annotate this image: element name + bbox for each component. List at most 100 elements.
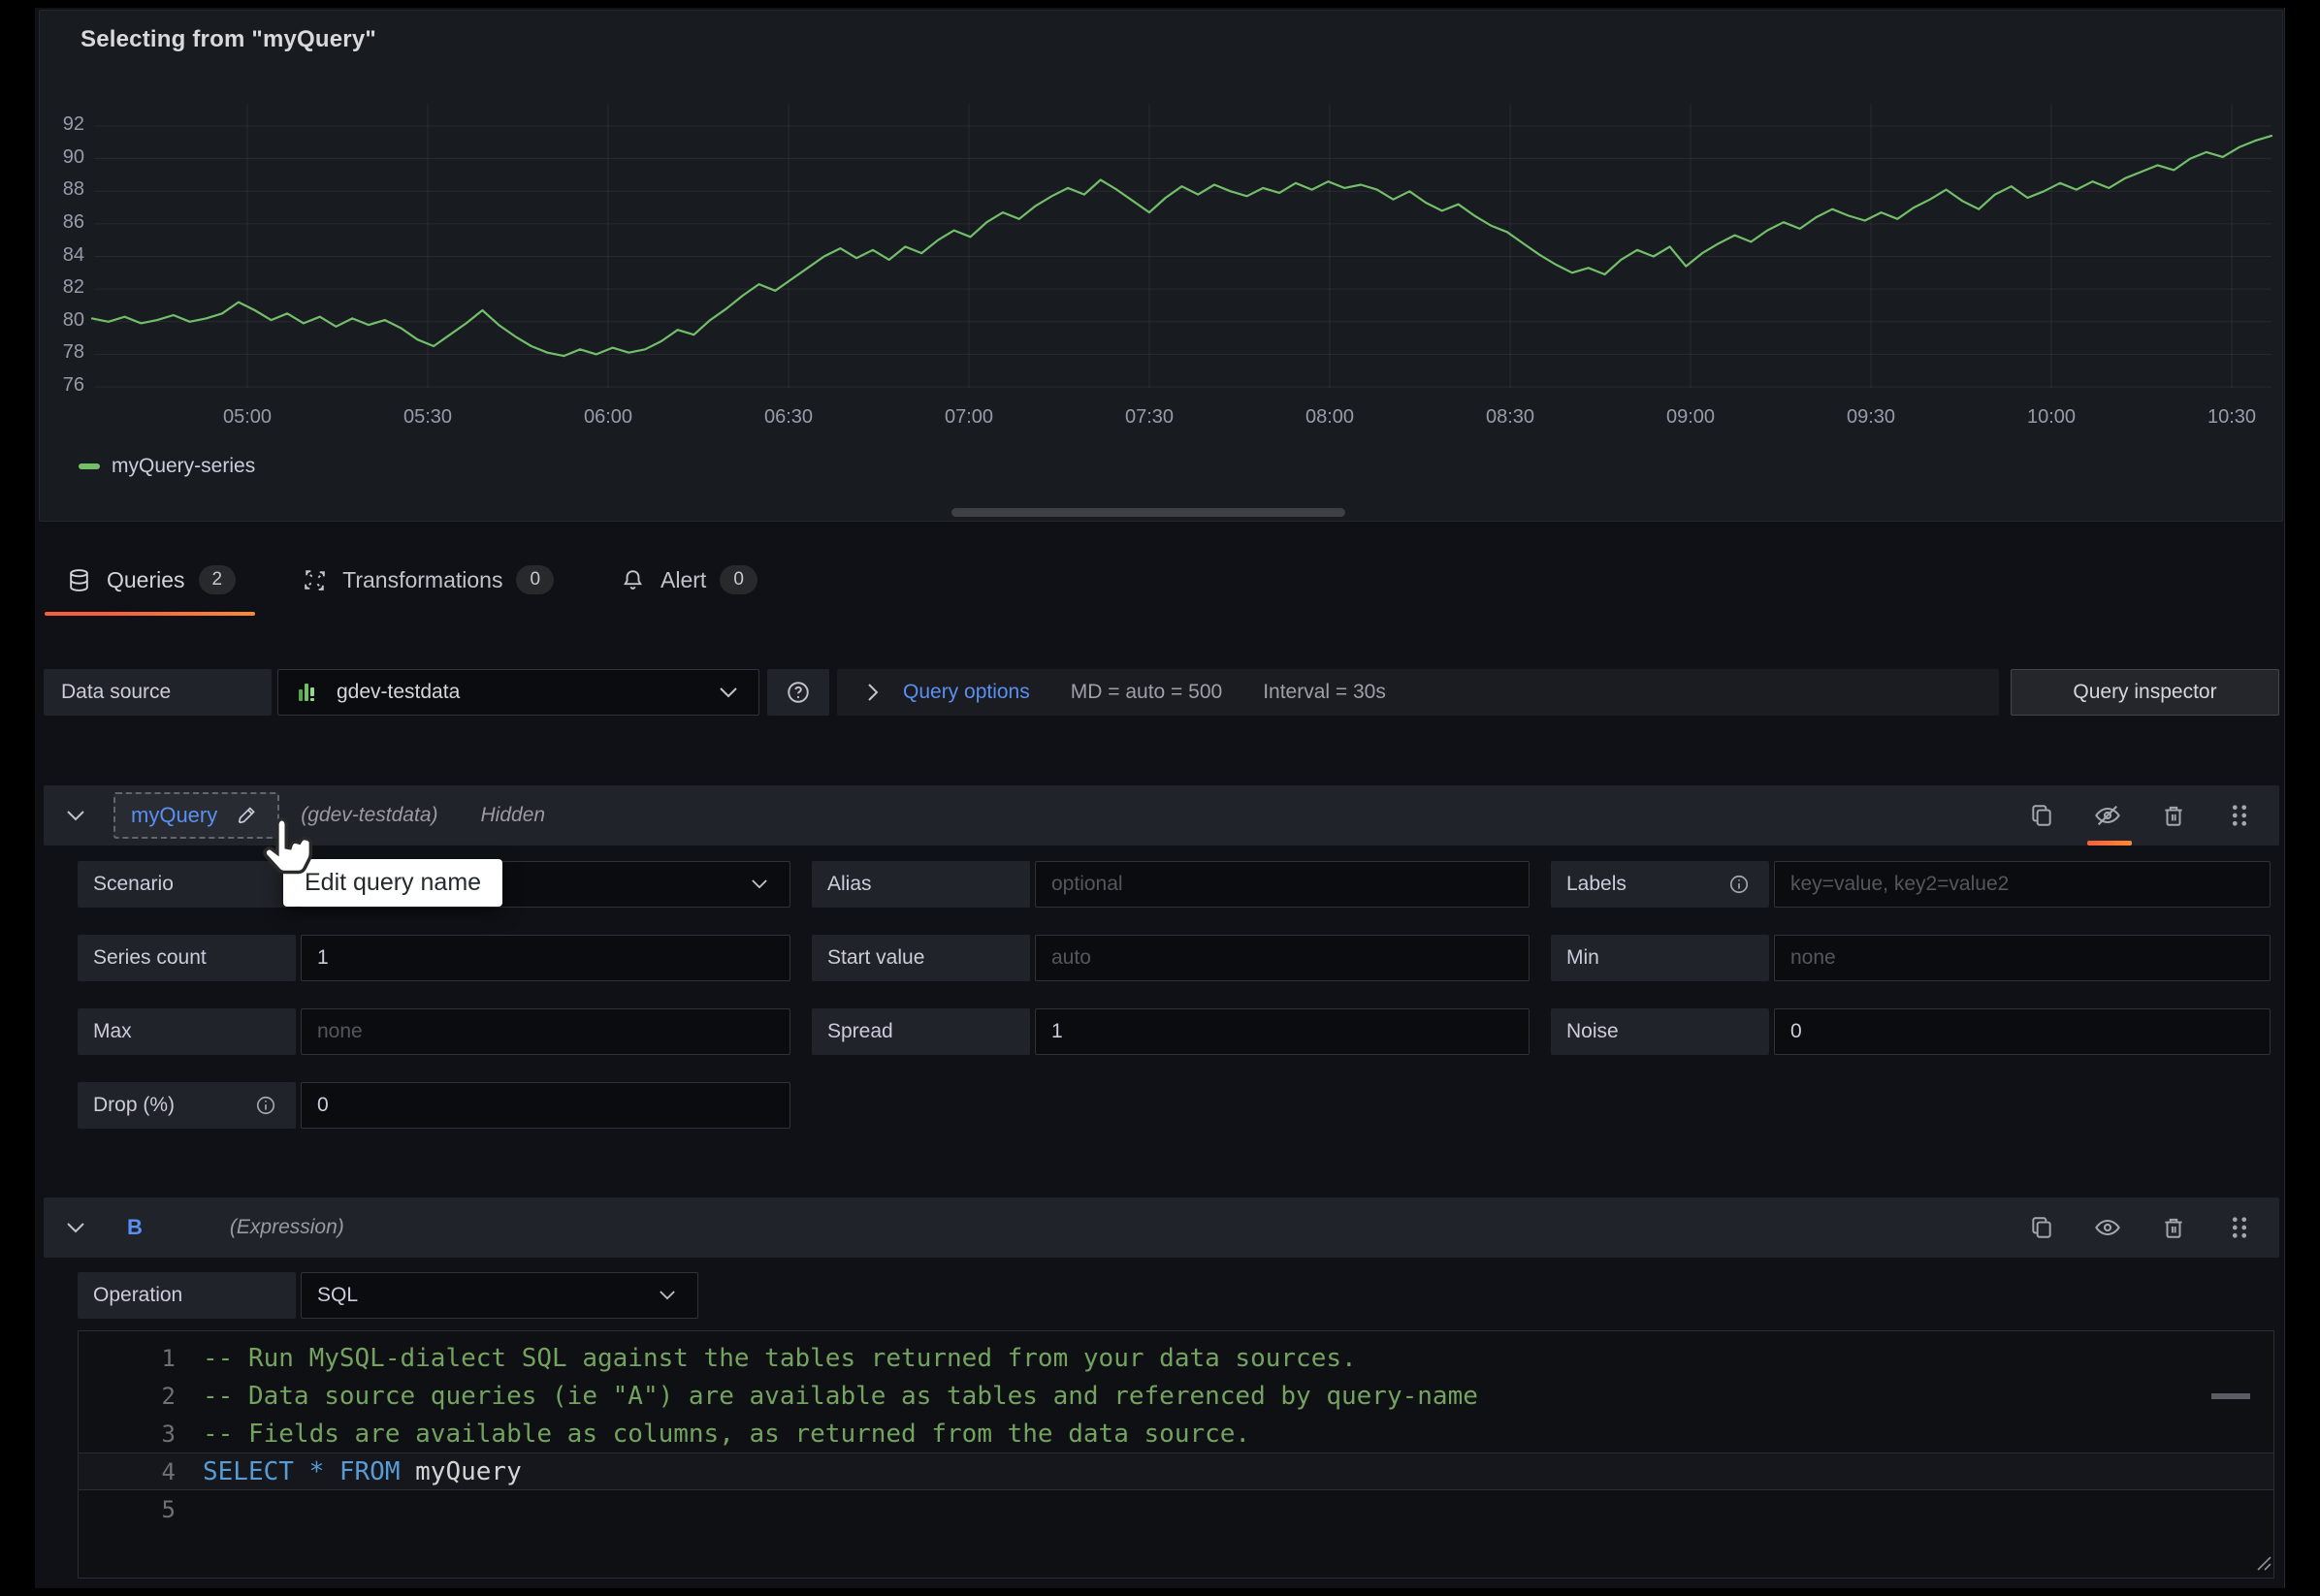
noise-label: Noise: [1551, 1008, 1769, 1055]
x-tick-label: 07:00: [911, 406, 1027, 429]
y-tick-label: 78: [40, 341, 84, 364]
testdata-datasource-icon: [294, 678, 323, 707]
query-b-header[interactable]: B (Expression): [44, 1197, 2279, 1258]
y-tick-label: 92: [40, 113, 84, 136]
angle-right-icon: [858, 678, 887, 707]
y-tick-label: 82: [40, 276, 84, 299]
tab-transformations[interactable]: Transformations 0: [280, 548, 573, 616]
eye-slash-icon[interactable]: [2093, 801, 2122, 830]
code-line[interactable]: 4 SELECT * FROM myQuery: [79, 1452, 2273, 1490]
query-name-edit-box[interactable]: myQuery: [113, 792, 279, 839]
series-color-dash: [79, 463, 100, 469]
labels-input[interactable]: [1774, 861, 2271, 908]
series-count-input[interactable]: [301, 935, 790, 981]
operation-value: SQL: [317, 1284, 653, 1307]
series-count-label: Series count: [78, 935, 296, 981]
chevron-down-icon: [714, 678, 743, 707]
sql-code-editor[interactable]: 1 -- Run MySQL-dialect SQL against the ta…: [78, 1330, 2274, 1579]
hidden-indicator-underline: [2087, 841, 2132, 846]
noise-input[interactable]: [1774, 1008, 2271, 1055]
tab-transformations-count: 0: [516, 565, 554, 594]
tab-queries-label: Queries: [107, 567, 185, 593]
max-input[interactable]: [301, 1008, 790, 1055]
y-tick-label: 86: [40, 211, 84, 234]
bell-icon: [618, 565, 647, 594]
query-a-header[interactable]: myQuery (gdev-testdata) Hidden: [44, 785, 2279, 846]
spread-input[interactable]: [1035, 1008, 1530, 1055]
x-tick-label: 06:00: [550, 406, 666, 429]
x-tick-label: 07:30: [1091, 406, 1208, 429]
chevron-down-icon: [745, 870, 774, 899]
start-value-input[interactable]: [1035, 935, 1530, 981]
info-circle-icon[interactable]: [251, 1091, 280, 1120]
tab-queries[interactable]: Queries 2: [45, 548, 255, 616]
code-line[interactable]: 2 -- Data source queries (ie "A") are ava…: [79, 1377, 2273, 1415]
line-text: -- Data source queries (ie "A") are avai…: [203, 1382, 1478, 1411]
max-label: Max: [78, 1008, 296, 1055]
start-value-label: Start value: [812, 935, 1030, 981]
duplicate-query-icon[interactable]: [2027, 1213, 2056, 1242]
eye-icon[interactable]: [2093, 1213, 2122, 1242]
x-tick-label: 10:00: [1993, 406, 2110, 429]
line-number: 3: [79, 1420, 176, 1448]
question-circle-icon: [784, 678, 813, 707]
query-a-datasource: (gdev-testdata): [301, 804, 437, 827]
datasource-value: gdev-testdata: [337, 681, 700, 704]
query-options-label[interactable]: Query options: [903, 681, 1030, 704]
tab-alert[interactable]: Alert 0: [598, 548, 777, 616]
legend-series-label[interactable]: myQuery-series: [112, 455, 255, 478]
info-circle-icon[interactable]: [1724, 870, 1754, 899]
code-line[interactable]: 1 -- Run MySQL-dialect SQL against the ta…: [79, 1339, 2273, 1377]
code-line[interactable]: 5: [79, 1490, 2273, 1528]
hand-cursor-icon: [256, 814, 320, 893]
query-options-md: MD = auto = 500: [1071, 681, 1222, 704]
code-line[interactable]: 3-- Fields are available as columns, as …: [79, 1415, 2273, 1452]
line-number: 4: [79, 1458, 176, 1485]
min-input[interactable]: [1774, 935, 2271, 981]
sql-code-lines[interactable]: 1 -- Run MySQL-dialect SQL against the ta…: [79, 1339, 2273, 1528]
drag-handle-icon[interactable]: [2225, 801, 2254, 830]
x-tick-label: 08:00: [1272, 406, 1388, 429]
x-tick-label: 10:30: [2174, 406, 2290, 429]
labels-label: Labels: [1551, 861, 1769, 908]
max-field: Max: [78, 1008, 790, 1055]
line-text: -- Run MySQL-dialect SQL against the tab…: [203, 1344, 1357, 1373]
query-inspector-button[interactable]: Query inspector: [2011, 669, 2279, 716]
noise-field: Noise: [1551, 1008, 2271, 1055]
drop-input[interactable]: [301, 1082, 790, 1129]
datasource-help-button[interactable]: [767, 669, 829, 716]
alias-input[interactable]: [1035, 861, 1530, 908]
line-number: 2: [79, 1383, 176, 1410]
line-number: 1: [79, 1345, 176, 1372]
tab-transformations-label: Transformations: [342, 567, 502, 593]
series-count-field: Series count: [78, 935, 790, 981]
query-options-collapse[interactable]: Query options MD = auto = 500 Interval =…: [837, 669, 1999, 716]
datasource-picker[interactable]: gdev-testdata: [277, 669, 759, 716]
operation-label: Operation: [78, 1272, 296, 1319]
duplicate-query-icon[interactable]: [2027, 801, 2056, 830]
legend[interactable]: myQuery-series: [79, 455, 255, 478]
x-tick-label: 06:30: [730, 406, 847, 429]
operation-select[interactable]: SQL: [301, 1272, 698, 1319]
x-tick-label: 05:30: [370, 406, 486, 429]
trash-icon[interactable]: [2159, 1213, 2188, 1242]
editor-tabs: Queries 2 Transformations 0: [45, 548, 777, 616]
y-tick-label: 76: [40, 374, 84, 397]
collapse-chevron-icon[interactable]: [61, 1213, 90, 1242]
labels-label-text: Labels: [1566, 873, 1627, 896]
query-options-interval: Interval = 30s: [1263, 681, 1386, 704]
drop-field: Drop (%): [78, 1082, 790, 1129]
collapse-chevron-icon[interactable]: [61, 801, 90, 830]
drag-handle-icon[interactable]: [2225, 1213, 2254, 1242]
horizontal-scrollbar[interactable]: [951, 508, 1345, 517]
line-text: SELECT * FROM myQuery: [203, 1457, 522, 1486]
chart-panel: Selecting from "myQuery" 929088868482807…: [39, 10, 2283, 522]
x-tick-label: 09:30: [1813, 406, 1929, 429]
query-a-name[interactable]: myQuery: [131, 803, 217, 828]
timeseries-chart[interactable]: [40, 11, 2284, 523]
y-tick-label: 90: [40, 146, 84, 169]
trash-icon[interactable]: [2159, 801, 2188, 830]
transform-icon: [300, 565, 329, 594]
query-b-name[interactable]: B: [127, 1215, 143, 1240]
resize-handle-icon[interactable]: [2254, 1553, 2272, 1576]
